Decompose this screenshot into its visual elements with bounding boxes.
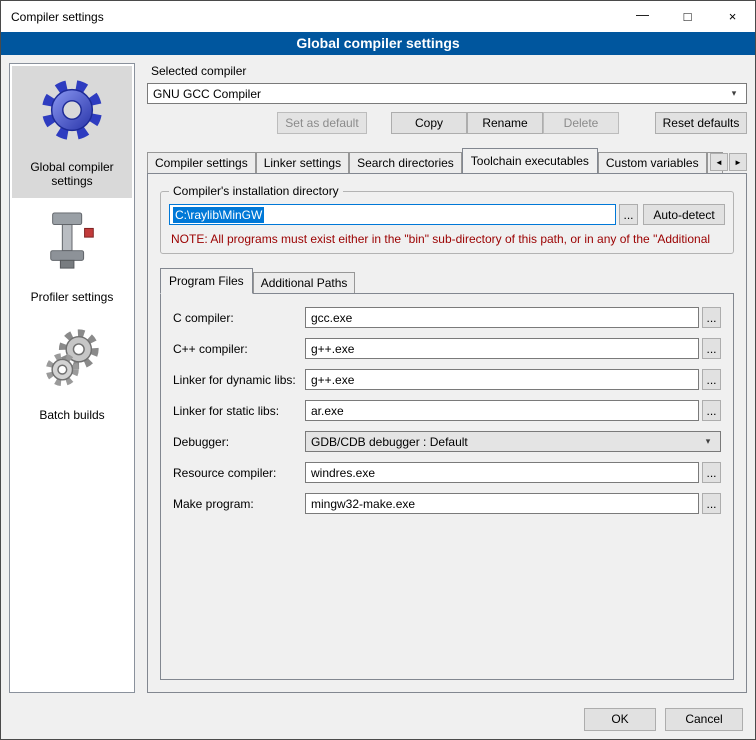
static-linker-label: Linker for static libs: xyxy=(173,404,305,418)
tab-search-directories[interactable]: Search directories xyxy=(349,152,462,173)
static-linker-row: Linker for static libs: ... xyxy=(173,400,721,421)
debugger-select[interactable]: GDB/CDB debugger : Default ▾ xyxy=(305,431,721,452)
gears-gray-icon xyxy=(41,327,103,392)
program-files-panel: C compiler: ... C++ compiler: ... Linker… xyxy=(160,293,734,680)
programs-note: NOTE: All programs must exist either in … xyxy=(171,232,723,246)
installation-directory-title: Compiler's installation directory xyxy=(169,184,343,198)
chevron-down-icon: ▾ xyxy=(727,88,741,99)
static-linker-browse-button[interactable]: ... xyxy=(702,400,721,421)
page-title: Global compiler settings xyxy=(1,32,755,55)
ok-button[interactable]: OK xyxy=(584,708,656,731)
title-bar: Compiler settings — □ × xyxy=(1,1,755,32)
tab-custom-variables[interactable]: Custom variables xyxy=(598,152,707,173)
tab-compiler-settings[interactable]: Compiler settings xyxy=(147,152,256,173)
cpp-compiler-row: C++ compiler: ... xyxy=(173,338,721,359)
cpp-compiler-label: C++ compiler: xyxy=(173,342,305,356)
minimize-button[interactable]: — xyxy=(620,1,665,32)
selected-compiler-label: Selected compiler xyxy=(151,64,747,78)
browse-directory-button[interactable]: ... xyxy=(619,204,638,225)
dialog-content: Global compiler settings Profiler settin… xyxy=(1,55,755,699)
rename-button[interactable]: Rename xyxy=(467,112,543,134)
make-program-browse-button[interactable]: ... xyxy=(702,493,721,514)
debugger-label: Debugger: xyxy=(173,435,305,449)
static-linker-input[interactable] xyxy=(305,400,699,421)
program-subtabs: Program Files Additional Paths xyxy=(160,268,734,293)
auto-detect-button[interactable]: Auto-detect xyxy=(643,204,725,225)
gear-blue-icon xyxy=(41,79,103,144)
dialog-footer: OK Cancel xyxy=(1,699,755,739)
dynamic-linker-label: Linker for dynamic libs: xyxy=(173,373,305,387)
dynamic-linker-browse-button[interactable]: ... xyxy=(702,369,721,390)
make-program-label: Make program: xyxy=(173,497,305,511)
installation-directory-row: C:\raylib\MinGW ... Auto-detect xyxy=(169,204,725,225)
debugger-select-value: GDB/CDB debugger : Default xyxy=(311,435,701,449)
make-program-input[interactable] xyxy=(305,493,699,514)
delete-button[interactable]: Delete xyxy=(543,112,619,134)
reset-defaults-button[interactable]: Reset defaults xyxy=(655,112,747,134)
sidebar-item-global-compiler-settings[interactable]: Global compiler settings xyxy=(12,66,132,198)
sidebar-item-batch-builds[interactable]: Batch builds xyxy=(12,314,132,432)
sidebar-item-label: Batch builds xyxy=(39,408,104,422)
resource-compiler-input[interactable] xyxy=(305,462,699,483)
resource-compiler-label: Resource compiler: xyxy=(173,466,305,480)
c-compiler-label: C compiler: xyxy=(173,311,305,325)
compiler-settings-dialog: Compiler settings — □ × Global compiler … xyxy=(0,0,756,740)
copy-button[interactable]: Copy xyxy=(391,112,467,134)
subtab-additional-paths[interactable]: Additional Paths xyxy=(253,272,356,293)
sidebar-item-label: Global compiler settings xyxy=(14,160,130,188)
cpp-compiler-browse-button[interactable]: ... xyxy=(702,338,721,359)
profiler-icon xyxy=(45,211,99,274)
tab-toolchain-executables[interactable]: Toolchain executables xyxy=(462,148,598,173)
cpp-compiler-input[interactable] xyxy=(305,338,699,359)
cancel-button[interactable]: Cancel xyxy=(665,708,743,731)
maximize-button[interactable]: □ xyxy=(665,1,710,32)
c-compiler-row: C compiler: ... xyxy=(173,307,721,328)
debugger-row: Debugger: GDB/CDB debugger : Default ▾ xyxy=(173,431,721,452)
window-title: Compiler settings xyxy=(1,10,620,24)
settings-tabs: Compiler settings Linker settings Search… xyxy=(147,148,747,173)
sidebar-item-label: Profiler settings xyxy=(31,290,114,304)
compiler-actions: Set as default Copy Rename Delete Reset … xyxy=(147,112,747,134)
c-compiler-input[interactable] xyxy=(305,307,699,328)
compiler-select[interactable]: GNU GCC Compiler ▾ xyxy=(147,83,747,104)
sidebar-item-profiler-settings[interactable]: Profiler settings xyxy=(12,198,132,314)
installation-directory-input[interactable]: C:\raylib\MinGW xyxy=(169,204,616,225)
close-button[interactable]: × xyxy=(710,1,755,32)
set-as-default-button[interactable]: Set as default xyxy=(277,112,367,134)
compiler-select-value: GNU GCC Compiler xyxy=(153,87,727,101)
installation-directory-group: Compiler's installation directory C:\ray… xyxy=(160,191,734,254)
toolchain-panel: Compiler's installation directory C:\ray… xyxy=(147,173,747,693)
installation-directory-value: C:\raylib\MinGW xyxy=(173,207,264,223)
subtab-program-files[interactable]: Program Files xyxy=(160,268,253,294)
resource-compiler-browse-button[interactable]: ... xyxy=(702,462,721,483)
c-compiler-browse-button[interactable]: ... xyxy=(702,307,721,328)
dynamic-linker-input[interactable] xyxy=(305,369,699,390)
chevron-down-icon: ▾ xyxy=(701,436,715,447)
tab-scroll-left-icon[interactable]: ◄ xyxy=(710,153,728,171)
dynamic-linker-row: Linker for dynamic libs: ... xyxy=(173,369,721,390)
main-panel: Selected compiler GNU GCC Compiler ▾ Set… xyxy=(147,63,747,693)
settings-sidebar: Global compiler settings Profiler settin… xyxy=(9,63,135,693)
tab-scroll-controls: ◄ ► xyxy=(709,153,747,171)
make-program-row: Make program: ... xyxy=(173,493,721,514)
resource-compiler-row: Resource compiler: ... xyxy=(173,462,721,483)
tab-linker-settings[interactable]: Linker settings xyxy=(256,152,349,173)
tab-scroll-right-icon[interactable]: ► xyxy=(729,153,747,171)
